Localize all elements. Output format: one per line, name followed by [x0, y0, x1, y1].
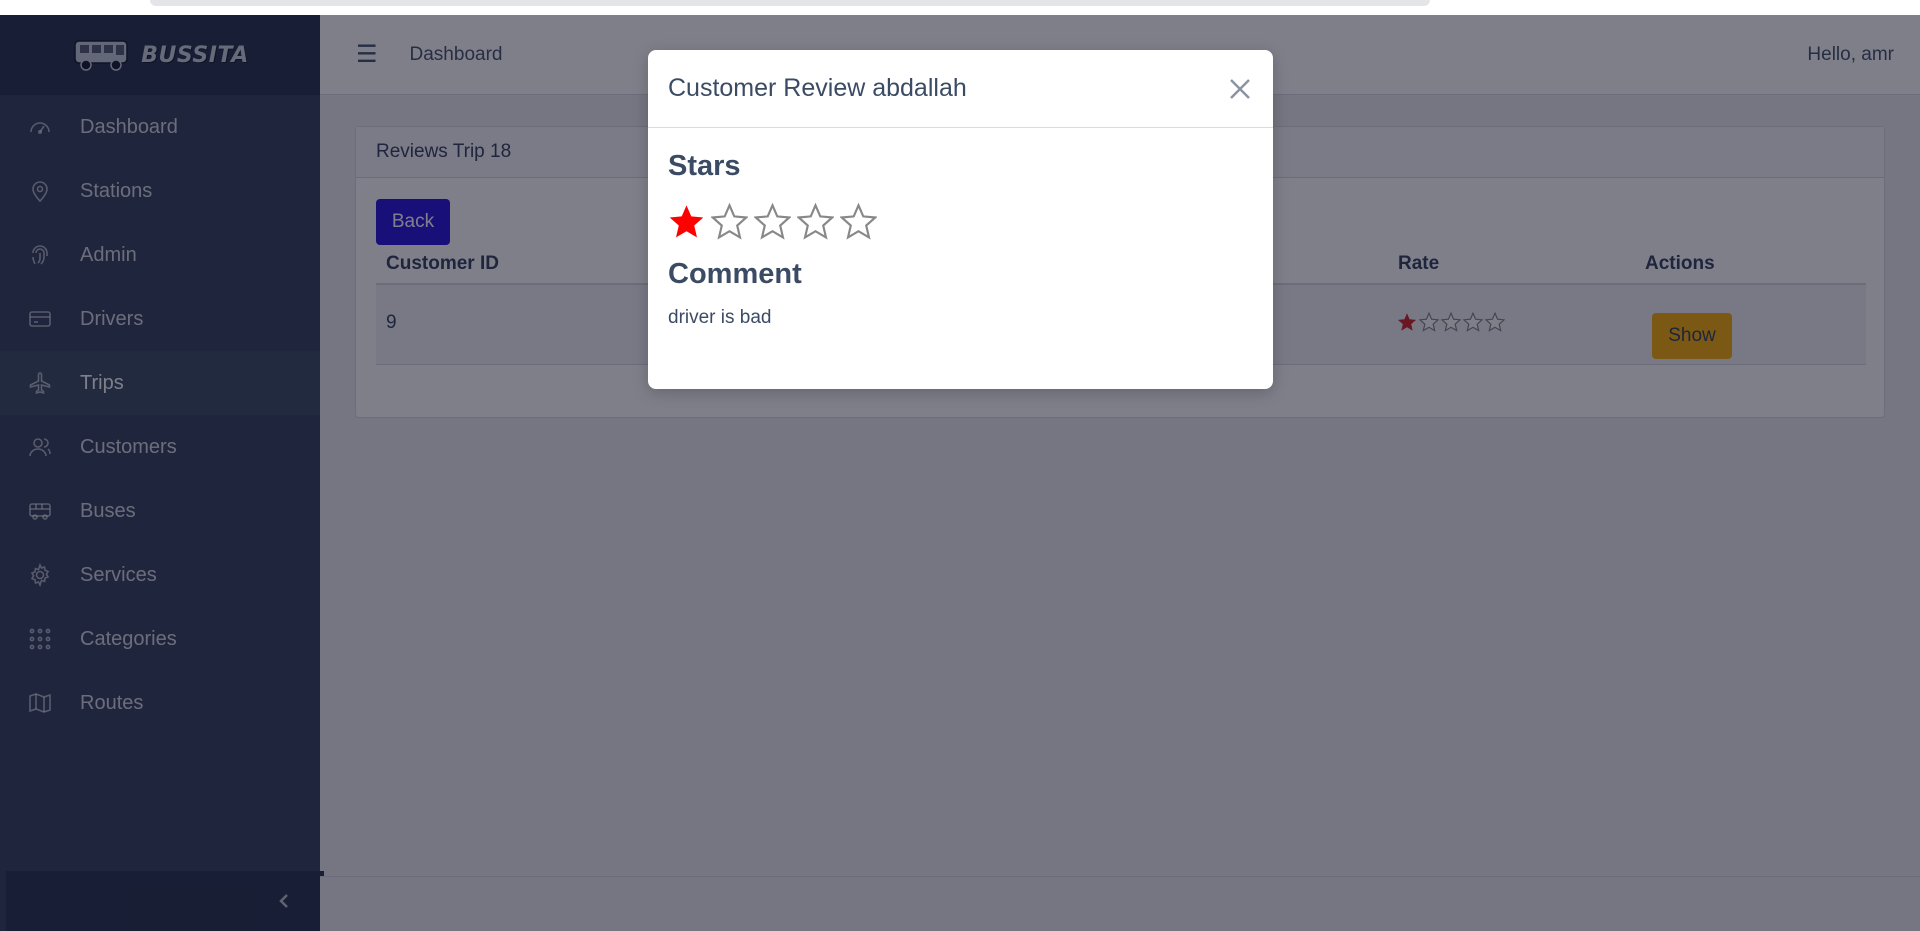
stars-heading: Stars [668, 150, 741, 182]
modal-title: Customer Review abdallah [668, 74, 967, 102]
star-rating [668, 203, 1253, 240]
star-empty-icon [754, 203, 791, 240]
star-empty-icon [711, 203, 748, 240]
browser-scrollbar[interactable] [150, 0, 1430, 6]
review-modal: Customer Review abdallah Stars Comment d… [648, 50, 1273, 389]
close-icon[interactable] [1227, 76, 1253, 102]
star-empty-icon [797, 203, 834, 240]
star-filled-icon [669, 205, 704, 238]
comment-heading: Comment [668, 258, 802, 290]
comment-text: driver is bad [668, 307, 772, 328]
modal-header: Customer Review abdallah [648, 50, 1273, 128]
browser-top-strip [0, 0, 1920, 15]
modal-body: Stars Comment driver is bad [648, 128, 1273, 351]
star-empty-icon [840, 203, 877, 240]
